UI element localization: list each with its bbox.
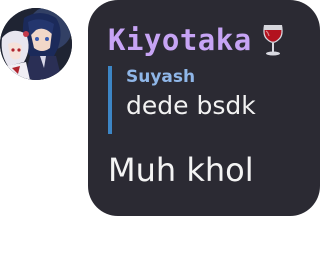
reply-quote[interactable]: Suyash dede bsdk [108,66,256,134]
message-text: Muh khol [108,151,254,189]
author-row: Kiyotaka [108,22,286,58]
reply-text: dede bsdk [126,91,256,120]
author-name[interactable]: Kiyotaka [108,22,252,58]
message-bubble[interactable]: Kiyotaka Suyash dede bsdk Muh khol [88,0,320,216]
wine-glass-icon [260,23,286,57]
chat-message: Kiyotaka Suyash dede bsdk Muh khol [0,0,320,264]
avatar[interactable] [0,8,72,80]
avatar-image [0,8,72,80]
reply-author: Suyash [126,67,196,87]
